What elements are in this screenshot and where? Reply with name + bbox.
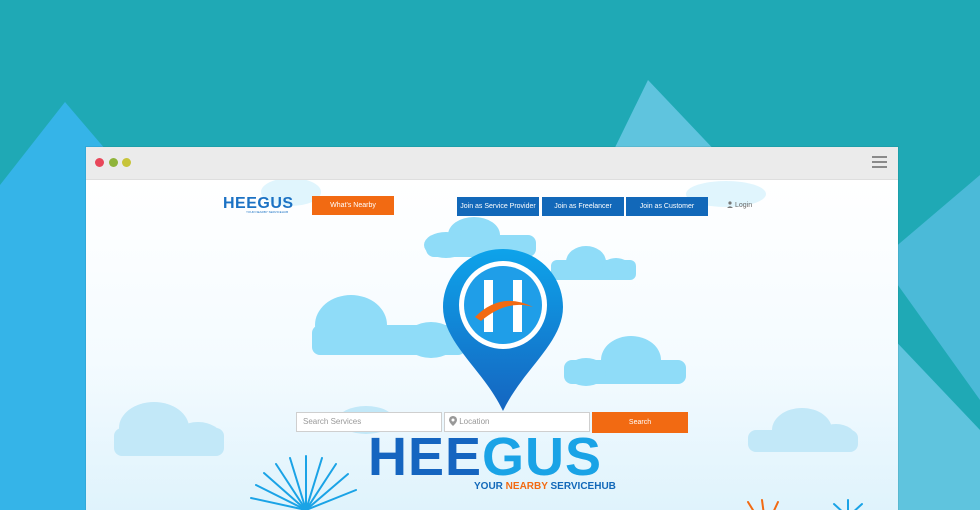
web-page: HEEGUS YOUR NEARBY SERVICEHUB What's Nea…	[86, 180, 898, 510]
browser-window: HEEGUS YOUR NEARBY SERVICEHUB What's Nea…	[86, 147, 898, 510]
brand-part-2: GUS	[482, 427, 603, 487]
brand-part-1: HEE	[368, 427, 483, 487]
join-customer-button[interactable]: Join as Customer	[626, 197, 708, 216]
browser-titlebar	[86, 147, 898, 180]
hamburger-menu-icon[interactable]	[872, 156, 887, 169]
location-pin-icon	[449, 416, 457, 426]
login-link[interactable]: Login	[727, 201, 752, 209]
minimize-dot[interactable]	[109, 158, 118, 167]
tagline-part-3: SERVICEHUB	[547, 481, 616, 492]
join-freelancer-button[interactable]: Join as Freelancer	[542, 197, 624, 216]
join-service-provider-button[interactable]: Join as Service Provider	[457, 197, 539, 216]
close-dot[interactable]	[95, 158, 104, 167]
brand-tagline: YOUR NEARBY SERVICEHUB	[474, 481, 616, 492]
user-icon	[727, 201, 733, 208]
tagline-part-2: NEARBY	[505, 481, 548, 492]
map-pin-logo-icon	[443, 249, 563, 411]
tagline-part-1: YOUR	[474, 481, 506, 492]
location-placeholder: Location	[459, 417, 490, 426]
whats-nearby-button[interactable]: What's Nearby	[312, 196, 394, 215]
brand-title: HEEGUS	[368, 426, 602, 488]
search-button[interactable]: Search	[592, 412, 688, 433]
logo-tagline: YOUR NEARBY SERVICEHUB	[246, 210, 289, 214]
maximize-dot[interactable]	[122, 158, 131, 167]
login-label: Login	[734, 202, 753, 209]
